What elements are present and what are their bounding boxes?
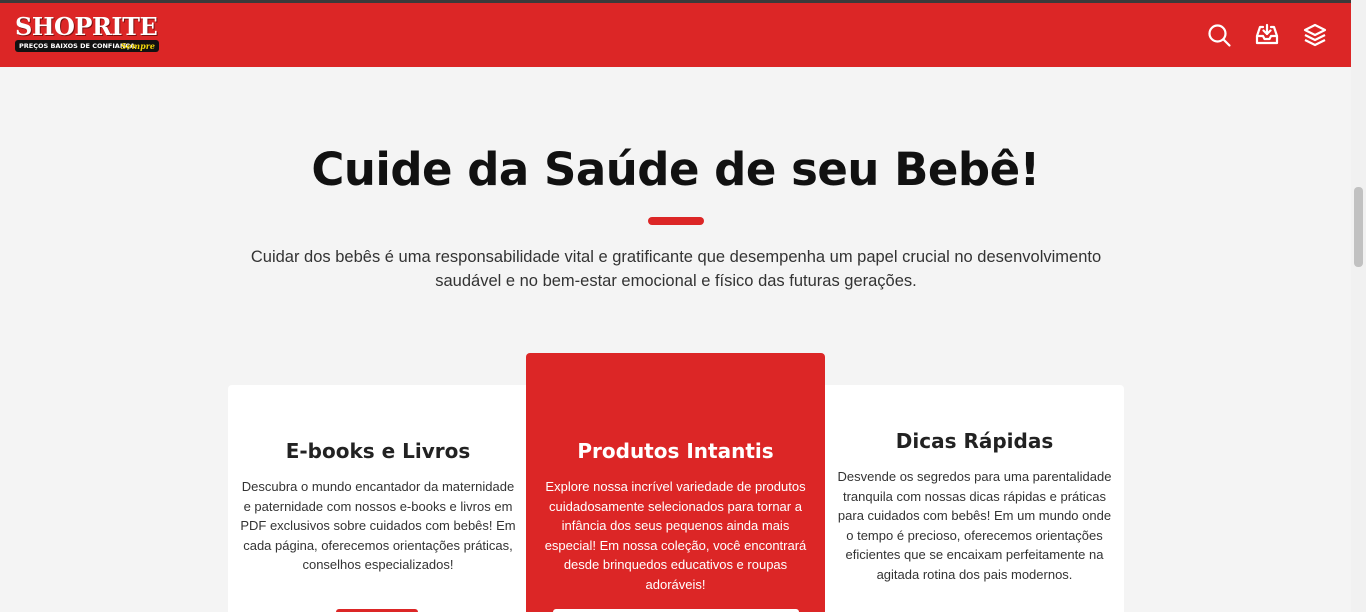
layers-icon[interactable]: [1302, 22, 1328, 48]
intro-paragraph: Cuidar dos bebês é uma responsabilidade …: [250, 248, 1102, 290]
inbox-download-icon[interactable]: [1254, 22, 1280, 48]
card-description: Desvende os segredos para uma parentalid…: [837, 469, 1112, 582]
card-title: Dicas Rápidas: [895, 429, 1054, 453]
card-title: Produtos Intantis: [577, 439, 774, 463]
logo-tagline: PREÇOS BAIXOS DE CONFIANÇA: [19, 42, 136, 50]
card-ebooks[interactable]: E-books e Livros Descubra o mundo encant…: [228, 385, 528, 612]
card-dicas[interactable]: Dicas Rápidas Desvende os segredos para …: [825, 385, 1124, 612]
logo-tagline-bar: PREÇOS BAIXOS DE CONFIANÇA Sempre: [15, 40, 159, 52]
logo-wordmark: SHOPRITE: [15, 12, 158, 41]
card-produtos[interactable]: Produtos Intantis Explore nossa incrível…: [526, 353, 825, 612]
logo-script: Sempre: [120, 41, 155, 51]
card-title: E-books e Livros: [285, 439, 471, 463]
site-header: SHOPRITE PREÇOS BAIXOS DE CONFIANÇA Semp…: [0, 3, 1351, 67]
title-underline-divider: [648, 217, 704, 225]
shoprite-logo[interactable]: SHOPRITE PREÇOS BAIXOS DE CONFIANÇA Semp…: [15, 12, 160, 55]
card-description: Explore nossa incrível variedade de prod…: [544, 479, 807, 592]
search-icon[interactable]: [1206, 22, 1232, 48]
page-title: Cuide da Saúde de seu Bebê!: [311, 143, 1040, 196]
scrollbar-thumb[interactable]: [1354, 187, 1363, 267]
page-scrollbar[interactable]: [1351, 0, 1366, 612]
card-description: Descubra o mundo encantador da maternida…: [240, 479, 516, 572]
